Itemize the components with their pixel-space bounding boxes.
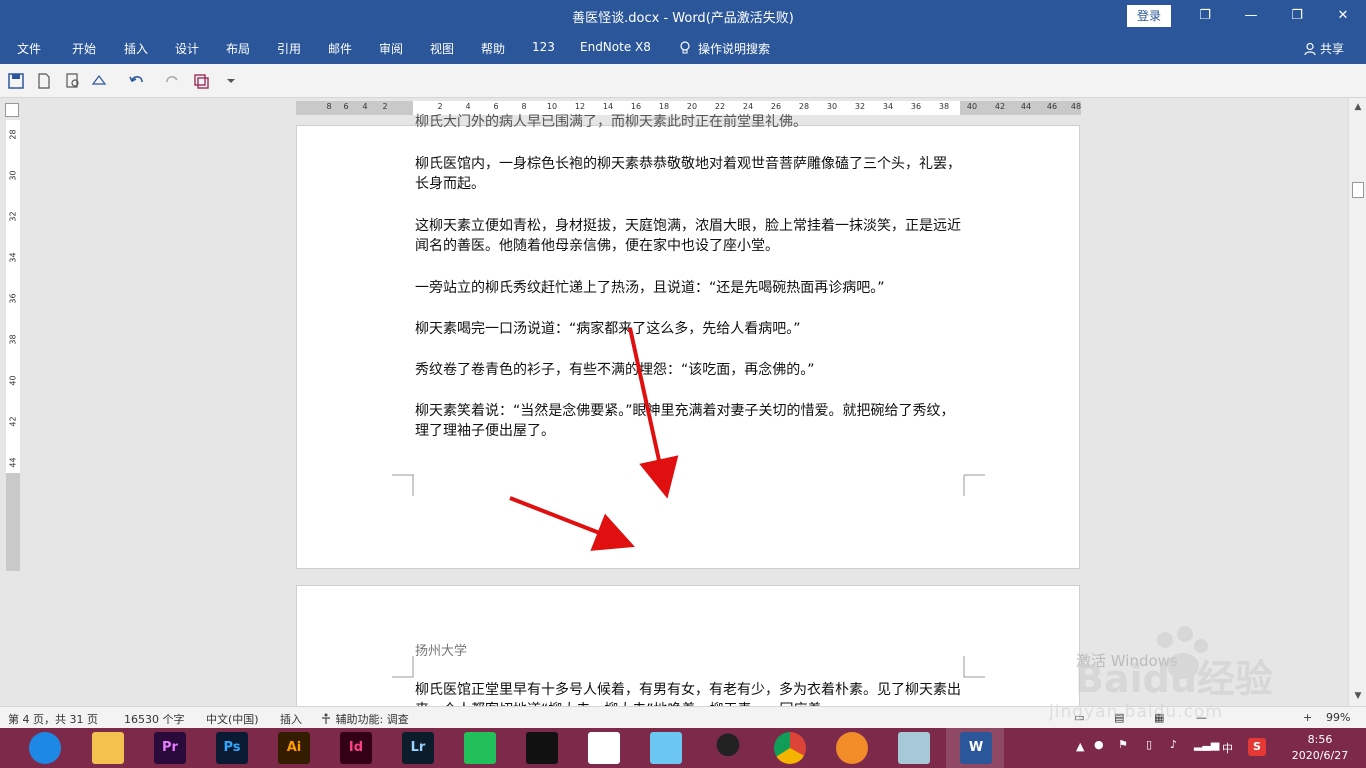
arrow-right xyxy=(509,496,635,551)
tab-references[interactable]: 引用 xyxy=(277,40,301,57)
taskbar-app-file-explorer[interactable] xyxy=(92,732,124,764)
person-icon xyxy=(1304,42,1316,55)
ribbon-display-icon[interactable]: ❐ xyxy=(1182,0,1228,32)
scroll-down-icon[interactable]: ▼ xyxy=(1352,690,1364,702)
share-button[interactable]: 共享 xyxy=(1303,40,1344,57)
taskbar-app-notes-app[interactable] xyxy=(898,732,930,764)
tray-expand-icon[interactable]: ▲ xyxy=(1076,740,1084,768)
annotation-arrows xyxy=(509,327,679,551)
taskbar-app-chrome[interactable] xyxy=(774,732,806,764)
taskbar-app-photoshop[interactable]: Ps xyxy=(216,732,248,764)
tab-endnote[interactable]: EndNote X8 xyxy=(580,40,651,54)
taskbar-app-browser[interactable] xyxy=(29,732,61,764)
customize-toolbar-icon[interactable] xyxy=(222,72,240,90)
accessibility-label: 辅助功能: 调查 xyxy=(335,713,409,726)
tell-me-label: 操作说明搜索 xyxy=(698,42,771,56)
save-icon[interactable] xyxy=(7,72,25,90)
tab-file[interactable]: 文件 xyxy=(17,40,41,57)
network-icon[interactable]: ▂▃▅ xyxy=(1194,738,1219,768)
tab-design[interactable]: 设计 xyxy=(175,40,199,57)
minimize-button[interactable]: — xyxy=(1228,0,1274,32)
taskbar-app-illustrator[interactable]: Ai xyxy=(278,732,310,764)
shapes-icon[interactable] xyxy=(90,72,108,90)
redo-icon[interactable] xyxy=(163,72,181,90)
volume-icon[interactable]: ♪ xyxy=(1170,738,1177,768)
taskbar-app-lightroom[interactable]: Lr xyxy=(402,732,434,764)
arrow-down xyxy=(628,327,679,499)
tab-help[interactable]: 帮助 xyxy=(481,40,505,57)
word-count[interactable]: 16530 个字 xyxy=(124,711,185,727)
share-label: 共享 xyxy=(1319,42,1344,56)
ribbon-tabs: 文件 开始 插入 设计 布局 引用 邮件 审阅 视图 帮助 123 EndNot… xyxy=(0,32,1366,64)
print-layout-icon[interactable]: ▤ xyxy=(1114,711,1124,724)
tab-mailings[interactable]: 邮件 xyxy=(328,40,352,57)
insert-mode[interactable]: 插入 xyxy=(280,711,302,727)
activate-windows-text: 激活 Windows xyxy=(1076,652,1178,670)
zoom-out-button[interactable]: — xyxy=(1196,711,1207,724)
login-button[interactable]: 登录 xyxy=(1127,5,1171,27)
taskbar-app-indesign[interactable]: Id xyxy=(340,732,372,764)
taskbar-app-foxmail[interactable] xyxy=(836,732,868,764)
taskbar-app-green-app[interactable] xyxy=(464,732,496,764)
lightbulb-icon xyxy=(680,41,690,54)
vertical-scrollbar[interactable]: ▲ ▼ xyxy=(1348,98,1366,706)
flag-icon[interactable]: ⚑ xyxy=(1118,738,1128,768)
restore-button[interactable]: ❐ xyxy=(1274,0,1320,32)
accessibility-icon xyxy=(322,713,330,724)
zoom-level[interactable]: 99% xyxy=(1326,711,1350,724)
document-area[interactable]: 8 6 4 2 2 4 6 8 10 12 14 16 18 20 22 24 26 28 30 32 34 36 38 40… xyxy=(0,98,1348,706)
tab-123[interactable]: 123 xyxy=(532,40,555,54)
language[interactable]: 中文(中国) xyxy=(206,711,259,727)
accessibility-status[interactable]: 辅助功能: 调查 xyxy=(320,711,409,727)
clock[interactable]: 8:56 2020/6/27 xyxy=(1282,732,1358,764)
undo-icon[interactable] xyxy=(128,72,146,90)
web-layout-icon[interactable]: ▦ xyxy=(1154,711,1164,724)
sogou-icon[interactable]: S xyxy=(1248,738,1266,756)
tab-review[interactable]: 审阅 xyxy=(379,40,403,57)
taskbar-app-qq[interactable] xyxy=(712,732,744,764)
windows-icon[interactable] xyxy=(192,72,210,90)
tab-layout[interactable]: 布局 xyxy=(226,40,250,57)
quick-access-toolbar xyxy=(0,64,1366,98)
taskbar-app-word[interactable]: W xyxy=(960,732,992,764)
taskbar-app-premiere[interactable]: Pr xyxy=(154,732,186,764)
ime-indicator[interactable]: 中 xyxy=(1222,740,1233,768)
taskbar-app-video-app[interactable] xyxy=(526,732,558,764)
zoom-in-button[interactable]: + xyxy=(1303,711,1312,724)
tell-me-search[interactable]: 操作说明搜索 xyxy=(678,40,770,57)
scroll-thumb[interactable] xyxy=(1352,182,1364,198)
print-preview-icon[interactable] xyxy=(64,72,82,90)
battery-icon[interactable]: ▯ xyxy=(1146,738,1152,768)
new-document-icon[interactable] xyxy=(35,72,53,90)
tab-insert[interactable]: 插入 xyxy=(124,40,148,57)
clock-time: 8:56 xyxy=(1307,733,1333,746)
qq-tray-icon[interactable]: ● xyxy=(1094,738,1104,768)
title-bar: 善医怪谈.docx - Word(产品激活失败) 登录 ❐ — ❐ ✕ xyxy=(0,0,1366,32)
clock-date: 2020/6/27 xyxy=(1291,749,1349,762)
tab-view[interactable]: 视图 xyxy=(430,40,454,57)
taskbar-app-cloud-app[interactable] xyxy=(650,732,682,764)
read-mode-icon[interactable]: ▭ xyxy=(1074,711,1084,724)
status-bar: 第 4 页，共 31 页 16530 个字 中文(中国) 插入 辅助功能: 调查… xyxy=(0,706,1366,728)
scroll-up-icon[interactable]: ▲ xyxy=(1352,101,1364,113)
taskbar: ▲ ● ⚑ ▯ ♪ ▂▃▅ 中 S 8:56 2020/6/27 Pr Ps Ai I… xyxy=(0,728,1366,768)
taskbar-app-media-app[interactable] xyxy=(588,732,620,764)
tab-home[interactable]: 开始 xyxy=(72,40,96,57)
page-count[interactable]: 第 4 页，共 31 页 xyxy=(8,711,98,727)
close-button[interactable]: ✕ xyxy=(1320,0,1366,32)
